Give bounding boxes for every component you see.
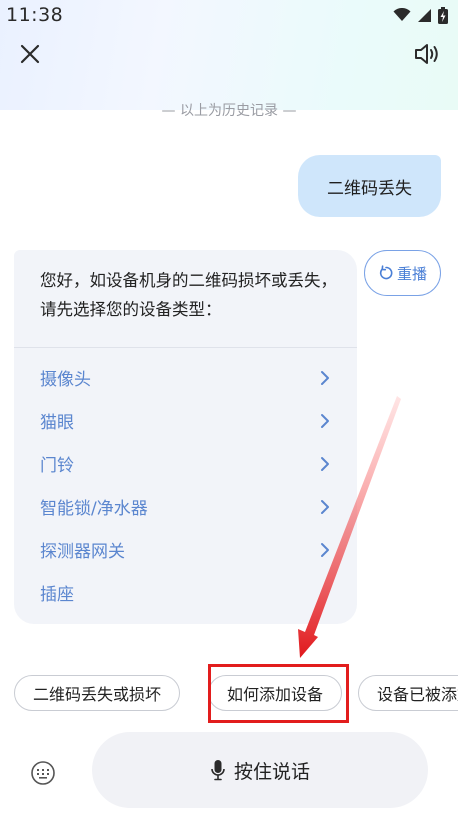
status-time: 11:38 [6,4,64,26]
hold-to-talk-label: 按住说话 [233,760,310,783]
replay-button[interactable]: 重播 [364,250,441,296]
option-socket[interactable]: 插座 [14,571,357,614]
replay-label: 重播 [396,264,427,283]
microphone-icon [211,760,225,781]
quick-reply-qr-lost[interactable]: 二维码丢失或损坏 [14,675,181,711]
bottom-input-bar: 按住说话 [0,732,458,812]
quick-reply-device-added[interactable]: 设备已被添加 [358,675,458,711]
speaker-icon[interactable] [412,39,442,69]
option-detector-gateway[interactable]: 探测器网关 [14,528,357,571]
battery-charging-icon [438,6,448,24]
signal-icon [418,8,431,22]
option-camera[interactable]: 摄像头 [14,356,357,399]
chevron-right-icon [321,457,329,471]
option-label: 门铃 [40,456,74,476]
annotation-highlight-box [208,664,349,723]
user-message-bubble: 二维码丢失 [298,155,441,217]
chevron-right-icon [321,371,329,385]
option-label: 猫眼 [40,413,74,433]
bot-message-text: 您好，如设备机身的二维码损坏或丢失，请先选择您的设备类型： [40,271,337,319]
option-peephole[interactable]: 猫眼 [14,399,357,442]
history-divider: — 以上为历史记录 — [161,103,297,119]
keyboard-icon[interactable] [30,760,56,786]
option-label: 插座 [40,585,74,605]
option-label: 摄像头 [40,370,91,390]
status-icons [393,6,448,24]
close-icon[interactable] [16,40,44,68]
wifi-icon [393,8,411,21]
chevron-right-icon [321,414,329,428]
device-type-options: 摄像头 猫眼 门铃 智能锁/净水器 探测器网关 插座 [14,356,357,614]
bot-card-divider [14,347,357,348]
option-smart-lock[interactable]: 智能锁/净水器 [14,485,357,528]
chevron-right-icon [321,543,329,557]
option-label: 探测器网关 [40,542,125,562]
refresh-icon [379,265,393,280]
option-doorbell[interactable]: 门铃 [14,442,357,485]
chevron-right-icon [321,500,329,514]
nav-bar [0,34,458,74]
option-label: 智能锁/净水器 [40,499,148,519]
hold-to-talk-button[interactable]: 按住说话 [92,732,428,808]
status-bar: 11:38 [0,0,458,30]
bot-message-card: 您好，如设备机身的二维码损坏或丢失，请先选择您的设备类型： 摄像头 猫眼 门铃 … [14,250,357,624]
